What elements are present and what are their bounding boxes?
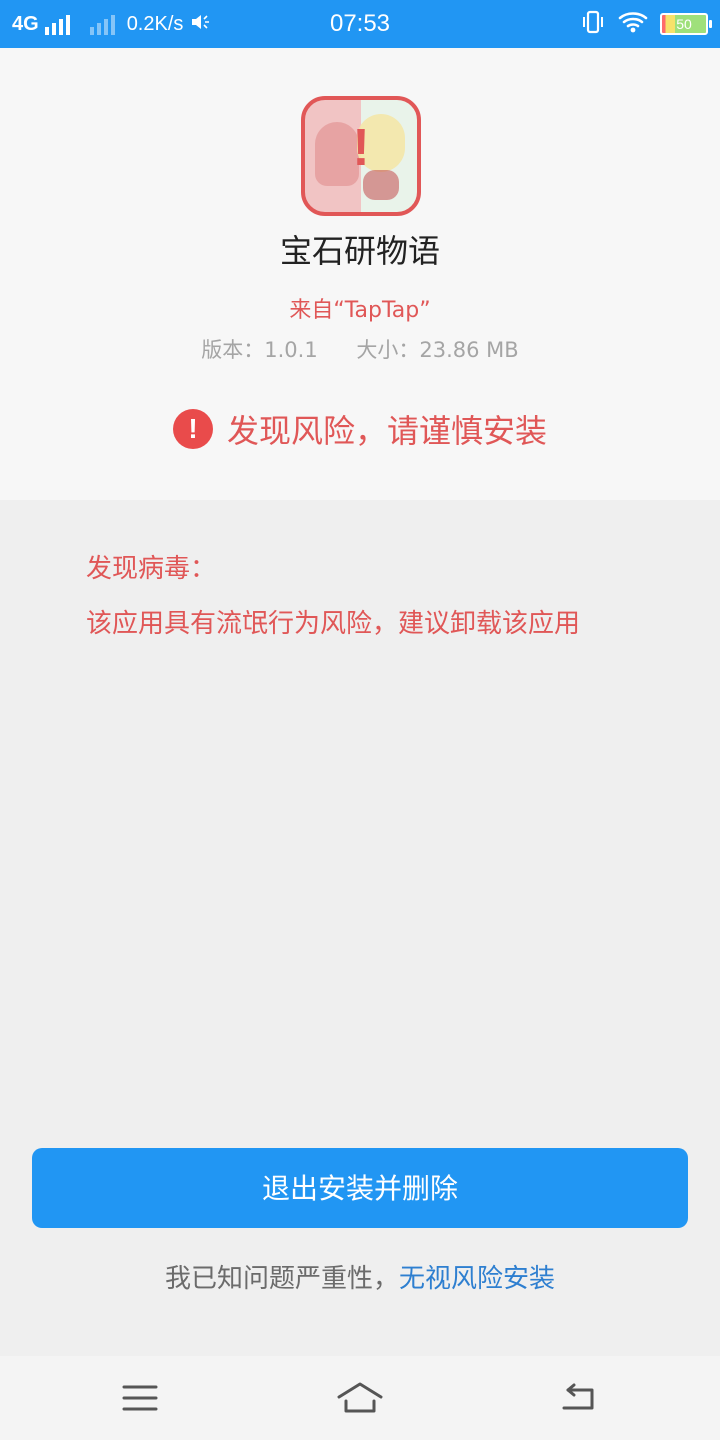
- virus-details: 发现病毒： 该应用具有流氓行为风险，建议卸载该应用: [86, 548, 580, 658]
- app-name: 宝石研物语: [279, 232, 440, 270]
- back-icon[interactable]: [550, 1376, 610, 1420]
- exit-and-delete-button[interactable]: 退出安装并删除: [32, 1148, 688, 1228]
- home-icon[interactable]: [330, 1376, 390, 1420]
- virus-title: 发现病毒：: [86, 554, 217, 584]
- warning-icon: !: [172, 409, 213, 449]
- network-speed: 0.2K/s: [126, 12, 184, 35]
- wifi-icon: [618, 10, 648, 38]
- network-type: 4G: [12, 12, 39, 35]
- battery-icon: 50: [660, 13, 712, 35]
- app-header: ! 宝石研物语 来自“TapTap” 版本：1.0.1 大小：23.86 MB …: [0, 48, 720, 500]
- app-size: 大小：23.86 MB: [356, 338, 519, 362]
- ignore-risk-install-link[interactable]: 无视风险安装: [399, 1264, 555, 1294]
- risk-banner: ! 发现风险，请谨慎安装: [0, 406, 720, 452]
- vibrate-icon: [580, 9, 606, 39]
- navigation-bar: [0, 1356, 720, 1440]
- signal-icon: [44, 13, 70, 35]
- app-source: 来自“TapTap”: [289, 298, 431, 323]
- app-icon: !: [301, 96, 421, 216]
- app-version: 版本：1.0.1: [201, 338, 318, 362]
- status-bar: 4G 0.2K/s 07:53 50: [0, 0, 720, 48]
- risk-text: 发现风险，请谨慎安装: [226, 412, 547, 450]
- menu-icon[interactable]: [110, 1376, 170, 1420]
- app-meta: 版本：1.0.1 大小：23.86 MB: [0, 334, 720, 364]
- volume-icon: [189, 11, 211, 37]
- ignore-risk-prefix: 我已知问题严重性，: [164, 1264, 399, 1294]
- virus-description: 该应用具有流氓行为风险，建议卸载该应用: [86, 609, 581, 639]
- status-right: 50: [580, 0, 712, 48]
- status-left: 4G 0.2K/s: [12, 0, 211, 48]
- signal-icon-secondary: [89, 13, 115, 35]
- warning-mark-icon: !: [352, 119, 370, 177]
- ignore-risk-line: 我已知问题严重性，无视风险安装: [0, 1258, 720, 1295]
